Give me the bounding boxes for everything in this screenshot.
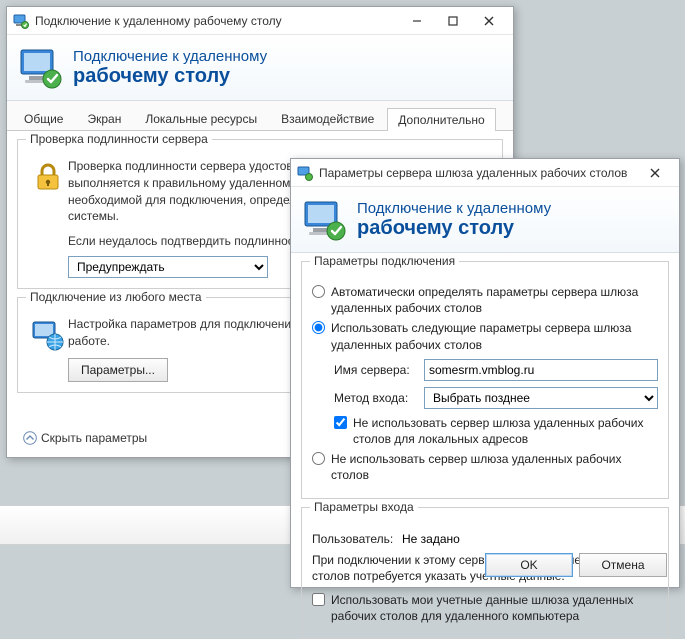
hide-options-toggle[interactable]: Скрыть параметры bbox=[23, 431, 147, 445]
dlg-banner: Подключение к удаленному рабочему столу bbox=[291, 187, 679, 253]
dlg-title: Параметры сервера шлюза удаленных рабочи… bbox=[319, 166, 637, 180]
radio-auto-detect[interactable] bbox=[312, 285, 325, 298]
ok-button[interactable]: OK bbox=[485, 553, 573, 577]
lock-icon bbox=[28, 158, 68, 194]
user-label: Пользователь: bbox=[312, 532, 402, 546]
window-title: Подключение к удаленному рабочему столу bbox=[35, 14, 399, 28]
share-creds-checkbox[interactable] bbox=[312, 593, 325, 606]
server-name-input[interactable] bbox=[424, 359, 658, 381]
close-button[interactable] bbox=[471, 10, 507, 32]
server-name-label: Имя сервера: bbox=[334, 363, 424, 377]
server-auth-legend: Проверка подлинности сервера bbox=[26, 132, 212, 146]
hide-options-label: Скрыть параметры bbox=[41, 431, 147, 445]
auth-action-select[interactable]: Предупреждать bbox=[68, 256, 268, 278]
radio-use-settings[interactable] bbox=[312, 321, 325, 334]
logon-method-select[interactable]: Выбрать позднее bbox=[424, 387, 658, 409]
chevron-up-icon bbox=[23, 431, 37, 445]
bypass-local-checkbox[interactable] bbox=[334, 416, 347, 429]
banner-line2: рабочему столу bbox=[73, 65, 267, 88]
globe-icon bbox=[28, 316, 68, 352]
anywhere-legend: Подключение из любого места bbox=[26, 290, 206, 304]
tabs: Общие Экран Локальные ресурсы Взаимодейс… bbox=[7, 101, 513, 131]
banner-icon bbox=[303, 198, 347, 242]
banner-text: Подключение к удаленному рабочему столу bbox=[357, 200, 551, 240]
banner-icon bbox=[19, 46, 63, 90]
banner-text: Подключение к удаленному рабочему столу bbox=[73, 48, 267, 88]
tab-experience[interactable]: Взаимодействие bbox=[270, 107, 385, 130]
gateway-settings-dialog: Параметры сервера шлюза удаленных рабочи… bbox=[290, 158, 680, 588]
banner-line1: Подключение к удаленному bbox=[73, 48, 267, 65]
user-value: Не задано bbox=[402, 532, 658, 546]
dlg-banner-line2: рабочему столу bbox=[357, 217, 551, 240]
tab-general[interactable]: Общие bbox=[13, 107, 74, 130]
logon-legend: Параметры входа bbox=[310, 500, 418, 514]
dlg-banner-line1: Подключение к удаленному bbox=[357, 200, 551, 217]
dialog-footer: OK Отмена bbox=[485, 553, 667, 577]
tab-display[interactable]: Экран bbox=[76, 107, 132, 130]
cancel-button[interactable]: Отмена bbox=[579, 553, 667, 577]
maximize-button[interactable] bbox=[435, 10, 471, 32]
gateway-settings-button[interactable]: Параметры... bbox=[68, 358, 168, 382]
app-icon bbox=[297, 165, 313, 181]
tab-local-resources[interactable]: Локальные ресурсы bbox=[134, 107, 268, 130]
dlg-titlebar[interactable]: Параметры сервера шлюза удаленных рабочи… bbox=[291, 159, 679, 187]
tab-advanced[interactable]: Дополнительно bbox=[387, 108, 495, 131]
minimize-button[interactable] bbox=[399, 10, 435, 32]
share-creds-label: Использовать мои учетные данные шлюза уд… bbox=[331, 592, 658, 624]
app-icon bbox=[13, 13, 29, 29]
radio-do-not-use[interactable] bbox=[312, 452, 325, 465]
banner: Подключение к удаленному рабочему столу bbox=[7, 35, 513, 101]
conn-legend: Параметры подключения bbox=[310, 254, 459, 268]
dlg-close-button[interactable] bbox=[637, 162, 673, 184]
titlebar[interactable]: Подключение к удаленному рабочему столу bbox=[7, 7, 513, 35]
radio-auto-detect-label: Автоматически определять параметры серве… bbox=[331, 284, 658, 316]
radio-do-not-use-label: Не использовать сервер шлюза удаленных р… bbox=[331, 451, 658, 483]
radio-use-settings-label: Использовать следующие параметры сервера… bbox=[331, 320, 658, 352]
logon-method-label: Метод входа: bbox=[334, 391, 424, 405]
bypass-local-label: Не использовать сервер шлюза удаленных р… bbox=[353, 415, 658, 447]
connection-params-group: Параметры подключения Автоматически опре… bbox=[301, 261, 669, 499]
